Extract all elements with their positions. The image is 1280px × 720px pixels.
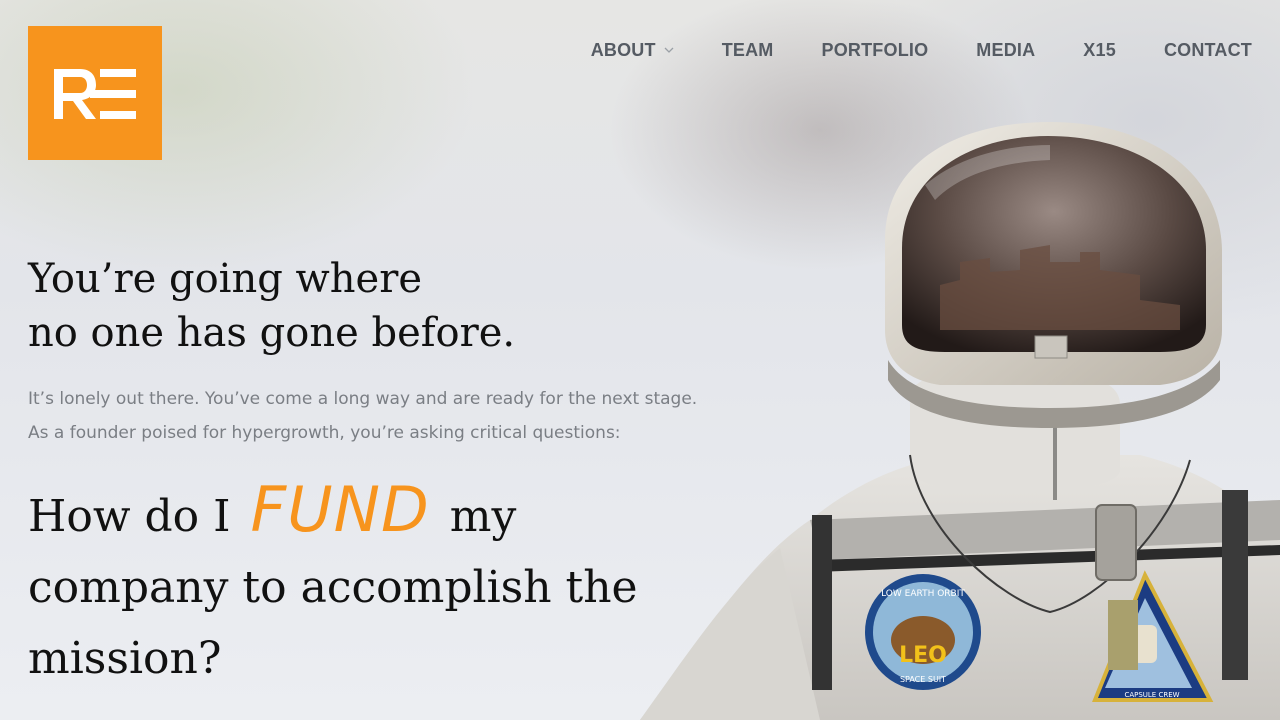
hero-intro-line-2: As a founder poised for hypergrowth, you… bbox=[28, 423, 621, 443]
question-prefix: How do I bbox=[28, 491, 231, 542]
hero-headline-line-2: no one has gone before. bbox=[28, 310, 516, 356]
hero-intro: It’s lonely out there. You’ve come a lon… bbox=[28, 382, 728, 450]
nav-media[interactable]: MEDIA bbox=[976, 38, 1035, 62]
nav-x15[interactable]: X15 bbox=[1083, 38, 1116, 62]
crew-patch-text: CAPSULE CREW bbox=[1124, 691, 1179, 699]
hero-headline-line-1: You’re going where bbox=[28, 256, 423, 302]
nav-portfolio-label: PORTFOLIO bbox=[821, 40, 929, 60]
nav-contact-label: CONTACT bbox=[1163, 40, 1252, 60]
hero-question: How do I FUND my company to accomplish t… bbox=[28, 474, 688, 694]
nav-media-label: MEDIA bbox=[976, 40, 1036, 60]
re-logo-icon bbox=[54, 69, 136, 119]
nav-contact[interactable]: CONTACT bbox=[1164, 38, 1252, 62]
nav-team-label: TEAM bbox=[721, 40, 774, 60]
hero-intro-line-1: It’s lonely out there. You’ve come a lon… bbox=[28, 389, 698, 409]
nav-x15-label: X15 bbox=[1083, 40, 1116, 60]
chevron-down-icon bbox=[664, 47, 674, 53]
main-nav: ABOUT TEAM PORTFOLIO MEDIA X15 CONTACT bbox=[591, 38, 1252, 62]
leo-patch-text: LEO bbox=[899, 643, 947, 668]
nav-about-label: ABOUT bbox=[590, 40, 656, 60]
brand-logo[interactable] bbox=[28, 26, 162, 160]
nav-about[interactable]: ABOUT bbox=[591, 38, 674, 62]
nav-team[interactable]: TEAM bbox=[722, 38, 774, 62]
hero-headline: You’re going where no one has gone befor… bbox=[28, 252, 515, 360]
question-accent-word: FUND bbox=[250, 473, 430, 546]
leo-patch-bottom-text: SPACE SUIT bbox=[900, 675, 946, 684]
nav-portfolio[interactable]: PORTFOLIO bbox=[822, 38, 929, 62]
leo-patch-top-text: LOW EARTH ORBIT bbox=[881, 589, 965, 599]
